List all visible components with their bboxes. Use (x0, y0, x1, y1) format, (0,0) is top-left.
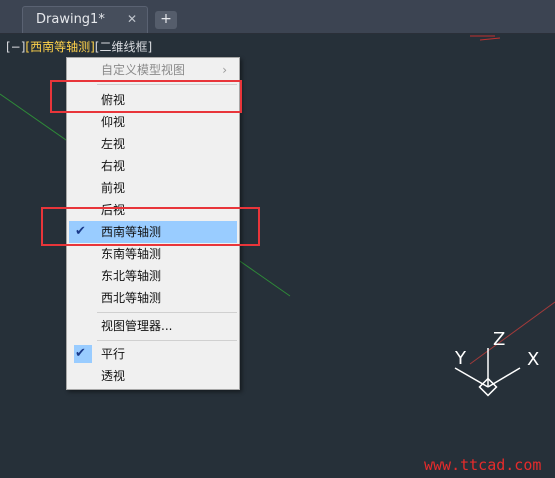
menu-item-se-isometric[interactable]: 东南等轴测 (69, 243, 237, 265)
tab-title: Drawing1* (36, 12, 105, 27)
view-control[interactable]: [西南等轴测] (25, 40, 94, 54)
menu-item-left-view[interactable]: 左视 (69, 133, 237, 155)
ucs-z-label: Z (493, 329, 505, 350)
menu-item-perspective[interactable]: 透视 (69, 365, 237, 387)
tab-drawing1[interactable]: Drawing1* ✕ (22, 6, 148, 33)
menu-separator (97, 312, 237, 313)
viewport-minus-control[interactable]: [−] (6, 40, 25, 54)
tab-bar: Drawing1* ✕ + (0, 0, 555, 34)
ucs-x-label: X (527, 349, 539, 370)
chevron-right-icon: › (222, 63, 227, 77)
menu-separator (97, 340, 237, 341)
menu-item-parallel[interactable]: ✔ 平行 (69, 343, 237, 365)
close-icon[interactable]: ✕ (127, 12, 137, 26)
ucs-icon: Z Y X (454, 329, 539, 397)
menu-item-ne-isometric[interactable]: 东北等轴测 (69, 265, 237, 287)
menu-item-right-view[interactable]: 右视 (69, 155, 237, 177)
menu-item-front-view[interactable]: 前视 (69, 177, 237, 199)
new-tab-button[interactable]: + (155, 11, 177, 29)
checkmark-icon: ✔ (75, 346, 86, 361)
visual-style-control[interactable]: [二维线框] (95, 40, 152, 54)
menu-item-custom-model-views[interactable]: 自定义模型视图 › (69, 59, 237, 81)
highlight-box-top-view (50, 80, 242, 113)
world-x-axis-line (469, 301, 555, 365)
menu-item-view-manager[interactable]: 视图管理器... (69, 315, 237, 337)
watermark: www.ttcad.com (424, 456, 542, 474)
viewport-controls: [−][西南等轴测][二维线框] (6, 38, 152, 55)
highlight-box-sw-isometric (41, 207, 260, 246)
menu-item-nw-isometric[interactable]: 西北等轴测 (69, 287, 237, 309)
menu-item-bottom-view[interactable]: 仰视 (69, 111, 237, 133)
ucs-y-label: Y (454, 348, 467, 369)
